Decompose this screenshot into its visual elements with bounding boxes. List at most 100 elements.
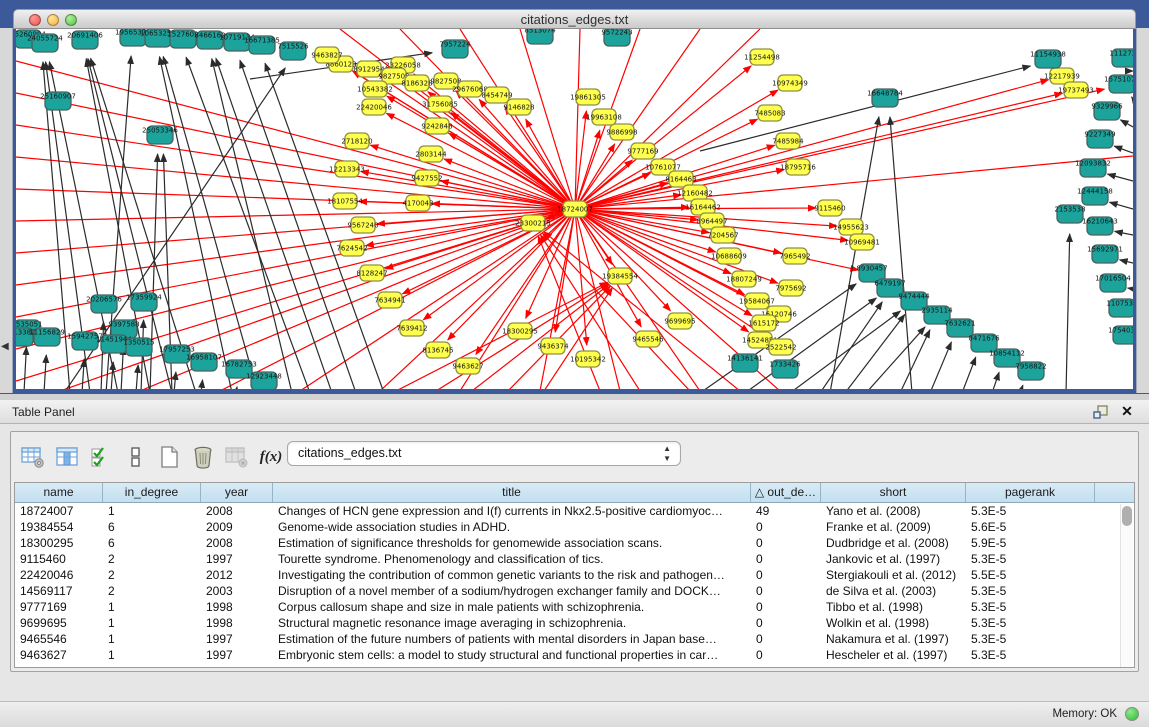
table-row[interactable]: 911546021997Tourette syndrome. Phenomeno… [15,551,1134,567]
table-cell[interactable]: Tibbo et al. (1998) [821,599,966,615]
column-header-name[interactable]: name [15,483,103,502]
delete-table-button[interactable] [187,440,219,474]
table-cell[interactable]: 2008 [201,535,273,551]
merge-rows-button[interactable] [119,440,151,474]
table-cell[interactable]: 18300295 [15,535,103,551]
table-cell[interactable]: Estimation of significance thresholds fo… [273,535,751,551]
table-cell[interactable]: Dudbridge et al. (2008) [821,535,966,551]
table-row[interactable]: 1830029562008Estimation of significance … [15,535,1134,551]
table-cell[interactable]: de Silva et al. (2003) [821,583,966,599]
panel-collapse-arrow-icon[interactable]: ◀ [1,341,9,352]
table-row[interactable]: 1456911722003Disruption of a novel membe… [15,583,1134,599]
table-cell[interactable]: 2003 [201,583,273,599]
table-cell[interactable]: 5.3E-5 [966,503,1095,519]
column-header-out_de[interactable]: △ out_de… [751,483,821,502]
table-cell[interactable]: 9777169 [15,599,103,615]
import-table-button-disabled[interactable] [221,440,253,474]
table-cell[interactable]: 5.6E-5 [966,519,1095,535]
table-cell[interactable]: 0 [751,631,821,647]
table-cell[interactable]: 0 [751,599,821,615]
table-cell[interactable]: 0 [751,647,821,663]
column-header-title[interactable]: title [273,483,751,502]
table-cell[interactable]: 9699695 [15,615,103,631]
table-cell[interactable]: 5.5E-5 [966,567,1095,583]
table-cell[interactable]: Nakamura et al. (1997) [821,631,966,647]
table-row[interactable]: 977716911998Corpus callosum shape and si… [15,599,1134,615]
table-cell[interactable]: 2 [103,567,201,583]
table-cell[interactable]: 5.9E-5 [966,535,1095,551]
table-cell[interactable]: 22420046 [15,567,103,583]
table-cell[interactable]: Yano et al. (2008) [821,503,966,519]
table-cell[interactable]: 0 [751,551,821,567]
table-cell[interactable]: 2012 [201,567,273,583]
close-panel-icon[interactable]: ✕ [1119,402,1135,420]
table-cell[interactable]: Embryonic stem cells: a model to study s… [273,647,751,663]
show-column-button[interactable] [51,440,83,474]
table-settings-button[interactable] [17,440,49,474]
citation-network-graph[interactable]: 8860123891295423226058982750981863289827… [16,29,1133,389]
table-cell[interactable]: 5.3E-5 [966,647,1095,663]
column-header-short[interactable]: short [821,483,966,502]
network-window-titlebar[interactable]: citations_edges.txt [13,9,1136,29]
table-cell[interactable]: 1997 [201,551,273,567]
table-cell[interactable]: 5.3E-5 [966,551,1095,567]
table-cell[interactable]: 0 [751,519,821,535]
select-rows-button[interactable] [85,440,117,474]
table-row[interactable]: 946362711997Embryonic stem cells: a mode… [15,647,1134,663]
table-cell[interactable]: 2008 [201,503,273,519]
function-builder-button[interactable]: f(x) [255,440,287,474]
table-cell[interactable]: Stergiakouli et al. (2012) [821,567,966,583]
table-cell[interactable]: 1998 [201,615,273,631]
table-cell[interactable]: 6 [103,519,201,535]
table-cell[interactable]: Estimation of the future numbers of pati… [273,631,751,647]
table-cell[interactable]: Corpus callosum shape and size in male p… [273,599,751,615]
table-cell[interactable]: 0 [751,615,821,631]
network-canvas[interactable]: 8860123891295423226058982750981863289827… [16,29,1133,389]
table-row[interactable]: 2242004622012Investigating the contribut… [15,567,1134,583]
table-cell[interactable]: Hescheler et al. (1997) [821,647,966,663]
table-cell[interactable]: 2009 [201,519,273,535]
table-cell[interactable]: 1998 [201,599,273,615]
table-cell[interactable]: 18724007 [15,503,103,519]
table-cell[interactable]: 1 [103,615,201,631]
table-row[interactable]: 1872400712008Changes of HCN gene express… [15,503,1134,519]
table-row[interactable]: 946554611997Estimation of the future num… [15,631,1134,647]
table-cell[interactable]: 49 [751,503,821,519]
table-cell[interactable]: Changes of HCN gene expression and I(f) … [273,503,751,519]
table-cell[interactable]: Franke et al. (2009) [821,519,966,535]
table-cell[interactable]: 9115460 [15,551,103,567]
table-cell[interactable]: 2 [103,551,201,567]
table-cell[interactable]: 14569117 [15,583,103,599]
table-cell[interactable]: 9465546 [15,631,103,647]
table-cell[interactable]: 6 [103,535,201,551]
table-cell[interactable]: Wolkin et al. (1998) [821,615,966,631]
column-header-pagerank[interactable]: pagerank [966,483,1095,502]
vertical-scrollbar[interactable] [1120,504,1133,667]
column-header-in_degree[interactable]: in_degree [103,483,201,502]
column-header-year[interactable]: year [201,483,273,502]
table-selector-dropdown[interactable]: citations_edges.txt ▲▼ [287,441,681,466]
table-cell[interactable]: 1997 [201,647,273,663]
table-cell[interactable]: Genome-wide association studies in ADHD. [273,519,751,535]
table-row[interactable]: 1938455462009Genome-wide association stu… [15,519,1134,535]
table-row[interactable]: 969969511998Structural magnetic resonanc… [15,615,1134,631]
table-cell[interactable]: Structural magnetic resonance image aver… [273,615,751,631]
table-cell[interactable]: 0 [751,583,821,599]
table-cell[interactable]: 5.3E-5 [966,615,1095,631]
table-cell[interactable]: 1 [103,631,201,647]
table-cell[interactable]: 5.3E-5 [966,631,1095,647]
table-cell[interactable]: 0 [751,567,821,583]
new-table-button[interactable] [153,440,185,474]
table-cell[interactable]: 1 [103,599,201,615]
table-cell[interactable]: Jankovic et al. (1997) [821,551,966,567]
table-cell[interactable]: 0 [751,535,821,551]
table-cell[interactable]: Disruption of a novel member of a sodium… [273,583,751,599]
float-panel-icon[interactable] [1093,404,1109,420]
table-cell[interactable]: 2 [103,583,201,599]
table-cell[interactable]: 9463627 [15,647,103,663]
table-cell[interactable]: 5.3E-5 [966,599,1095,615]
table-cell[interactable]: 1997 [201,631,273,647]
table-cell[interactable]: Tourette syndrome. Phenomenology and cla… [273,551,751,567]
table-cell[interactable]: 1 [103,647,201,663]
scrollbar-thumb[interactable] [1122,506,1132,526]
